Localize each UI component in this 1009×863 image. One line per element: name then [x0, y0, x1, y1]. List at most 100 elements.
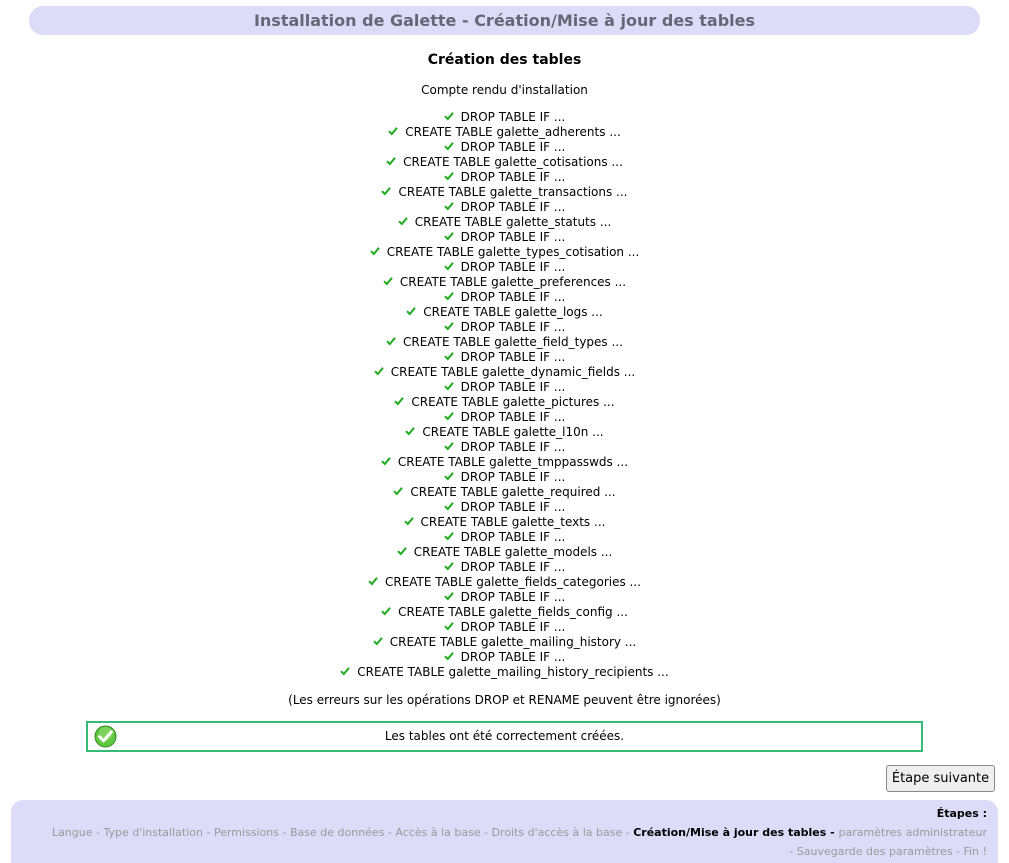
log-entry: CREATE TABLE galette_required ...	[0, 485, 1009, 500]
log-entry: DROP TABLE IF ...	[0, 380, 1009, 395]
log-entry: CREATE TABLE galette_cotisations ...	[0, 155, 1009, 170]
step-separator: -	[384, 826, 396, 839]
check-icon	[443, 592, 454, 601]
log-entry: CREATE TABLE galette_tmppasswds ...	[0, 455, 1009, 470]
log-entry-text: CREATE TABLE galette_statuts ...	[414, 215, 612, 229]
log-entry-text: DROP TABLE IF ...	[460, 170, 566, 184]
check-icon	[403, 517, 414, 526]
check-icon	[443, 622, 454, 631]
log-entry: DROP TABLE IF ...	[0, 230, 1009, 245]
step-separator: -	[92, 826, 104, 839]
log-entry: CREATE TABLE galette_l10n ...	[0, 425, 1009, 440]
check-icon	[386, 337, 396, 346]
check-icon	[398, 217, 408, 226]
log-entry-text: DROP TABLE IF ...	[460, 260, 566, 274]
success-message-box: Les tables ont été correctement créées.	[86, 721, 923, 752]
check-icon	[443, 352, 454, 361]
check-icon	[443, 262, 454, 271]
step-item: Création/Mise à jour des tables	[633, 826, 827, 839]
log-entry-text: CREATE TABLE galette_logs ...	[423, 305, 603, 319]
log-entry: DROP TABLE IF ...	[0, 440, 1009, 455]
log-entry-text: DROP TABLE IF ...	[460, 230, 566, 244]
steps-title: Étapes :	[936, 807, 987, 820]
check-icon	[443, 232, 454, 241]
log-entry: DROP TABLE IF ...	[0, 290, 1009, 305]
steps-list: Langue - Type d'installation - Permissio…	[51, 823, 987, 861]
section-title: Création des tables	[427, 52, 582, 68]
install-log: DROP TABLE IF ... CREATE TABLE galette_ad…	[0, 110, 1009, 680]
check-icon	[368, 577, 378, 586]
check-icon	[443, 532, 454, 541]
log-entry: DROP TABLE IF ...	[0, 350, 1009, 365]
log-entry: DROP TABLE IF ...	[0, 590, 1009, 605]
log-entry: DROP TABLE IF ...	[0, 200, 1009, 215]
log-entry: DROP TABLE IF ...	[0, 320, 1009, 335]
log-entry-text: DROP TABLE IF ...	[460, 620, 566, 634]
log-entry: CREATE TABLE galette_preferences ...	[0, 275, 1009, 290]
check-icon	[396, 547, 407, 556]
log-entry-text: CREATE TABLE galette_fields_config ...	[398, 605, 628, 619]
log-entry: DROP TABLE IF ...	[0, 110, 1009, 125]
log-entry-text: DROP TABLE IF ...	[460, 500, 566, 514]
log-entry: CREATE TABLE galette_mailing_history ...	[0, 635, 1009, 650]
log-entry-text: CREATE TABLE galette_tmppasswds ...	[397, 455, 629, 469]
step-item: Fin !	[963, 845, 987, 858]
step-item: Accès à la base	[395, 826, 481, 839]
log-entry: DROP TABLE IF ...	[0, 470, 1009, 485]
check-icon	[443, 292, 454, 301]
check-icon	[393, 487, 404, 496]
check-icon	[443, 172, 454, 181]
log-entry: DROP TABLE IF ...	[0, 140, 1009, 155]
check-icon	[381, 457, 391, 466]
check-icon	[373, 637, 383, 646]
log-entry: DROP TABLE IF ...	[0, 560, 1009, 575]
step-separator: -	[202, 826, 214, 839]
report-label: Compte rendu d'installation	[421, 83, 588, 97]
log-entry: CREATE TABLE galette_dynamic_fields ...	[0, 365, 1009, 380]
log-entry: CREATE TABLE galette_models ...	[0, 545, 1009, 560]
check-icon	[443, 382, 454, 391]
log-entry-text: CREATE TABLE galette_types_cotisation ..…	[386, 245, 640, 259]
log-entry-text: CREATE TABLE galette_fields_categories .…	[384, 575, 641, 589]
log-entry-text: DROP TABLE IF ...	[460, 440, 566, 454]
log-entry: DROP TABLE IF ...	[0, 650, 1009, 665]
log-entry: CREATE TABLE galette_types_cotisation ..…	[0, 245, 1009, 260]
check-icon	[386, 157, 396, 166]
log-entry-text: CREATE TABLE galette_adherents ...	[405, 125, 621, 139]
check-icon	[388, 127, 398, 136]
log-entry: CREATE TABLE galette_statuts ...	[0, 215, 1009, 230]
log-entry-text: DROP TABLE IF ...	[460, 140, 566, 154]
log-entry: CREATE TABLE galette_logs ...	[0, 305, 1009, 320]
log-entry: CREATE TABLE galette_texts ...	[0, 515, 1009, 530]
ignore-errors-note: (Les erreurs sur les opérations DROP et …	[288, 693, 721, 707]
next-step-button[interactable]: Étape suivante	[886, 765, 995, 792]
check-icon	[394, 397, 405, 406]
step-item: Base de données	[289, 826, 385, 839]
log-entry-text: DROP TABLE IF ...	[460, 200, 566, 214]
log-entry-text: CREATE TABLE galette_models ...	[413, 545, 613, 559]
page-title: Installation de Galette - Création/Mise …	[253, 11, 756, 30]
log-entry-text: CREATE TABLE galette_pictures ...	[411, 395, 615, 409]
log-entry-text: DROP TABLE IF ...	[460, 650, 566, 664]
log-entry: CREATE TABLE galette_adherents ...	[0, 125, 1009, 140]
check-icon	[443, 472, 454, 481]
log-entry-text: DROP TABLE IF ...	[460, 530, 566, 544]
step-separator: -	[826, 826, 839, 839]
log-entry: DROP TABLE IF ...	[0, 260, 1009, 275]
log-entry-text: DROP TABLE IF ...	[460, 560, 566, 574]
check-icon	[443, 112, 454, 121]
check-icon	[443, 442, 454, 451]
check-icon	[443, 502, 454, 511]
log-entry-text: CREATE TABLE galette_field_types ...	[403, 335, 623, 349]
log-entry: DROP TABLE IF ...	[0, 500, 1009, 515]
step-separator: -	[622, 826, 634, 839]
log-entry-text: CREATE TABLE galette_mailing_history ...	[389, 635, 637, 649]
log-entry-text: CREATE TABLE galette_preferences ...	[399, 275, 627, 289]
log-entry: CREATE TABLE galette_mailing_history_rec…	[0, 665, 1009, 680]
check-icon	[340, 667, 351, 676]
step-item: paramètres administrateur	[838, 826, 987, 839]
check-icon	[405, 427, 416, 436]
log-entry-text: CREATE TABLE galette_dynamic_fields ...	[390, 365, 636, 379]
log-entry-text: CREATE TABLE galette_transactions ...	[398, 185, 628, 199]
step-separator: -	[279, 826, 290, 839]
